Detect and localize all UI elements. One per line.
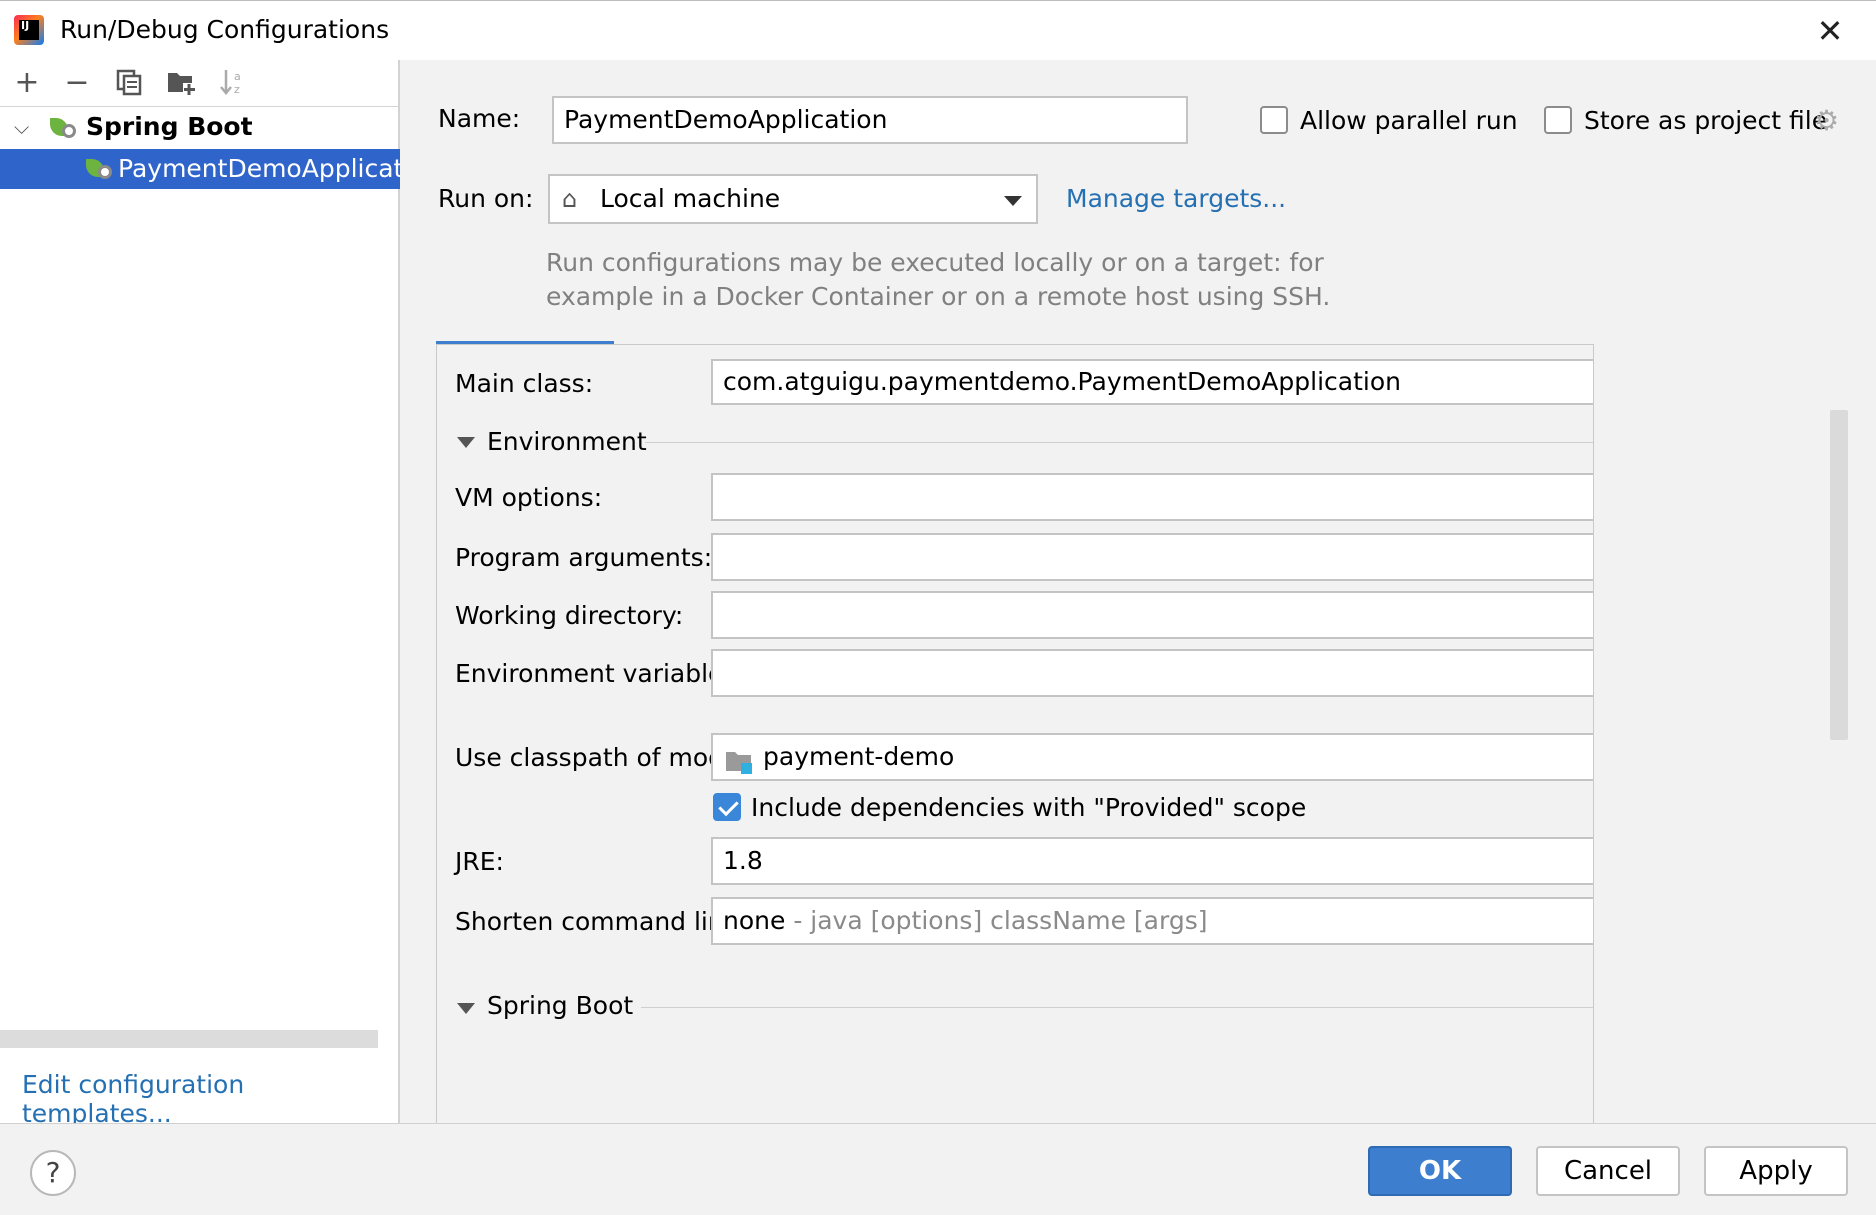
spring-boot-section-title[interactable]: Spring Boot [487, 991, 633, 1020]
vm-options-label: VM options: [455, 483, 603, 512]
module-icon [725, 745, 753, 779]
classpath-value: payment-demo [763, 742, 955, 771]
collapse-triangle-icon[interactable] [457, 437, 475, 448]
edit-templates-link[interactable]: Edit configuration templates... [22, 1070, 398, 1128]
shorten-hint: - java [options] className [args] [785, 906, 1208, 935]
run-on-dropdown[interactable]: ⌂ Local machine [548, 174, 1038, 224]
run-on-hint-line1: Run configurations may be executed local… [546, 248, 1324, 277]
dialog-button-bar: ? OK Cancel Apply [0, 1123, 1876, 1215]
shorten-dropdown[interactable]: none - java [options] className [args] [711, 897, 1593, 945]
section-divider [645, 442, 1593, 443]
jre-label: JRE: [455, 847, 504, 876]
sidebar-toolbar: + − az [0, 60, 400, 106]
run-on-label: Run on: [438, 184, 534, 213]
spring-boot-icon [86, 157, 112, 179]
name-label: Name: [438, 104, 521, 133]
svg-text:a: a [234, 70, 241, 83]
chevron-down-icon [1004, 196, 1022, 206]
name-field[interactable]: PaymentDemoApplication [552, 96, 1188, 144]
allow-parallel-label: Allow parallel run [1300, 106, 1518, 135]
horizontal-scrollbar[interactable] [0, 1030, 378, 1048]
help-button[interactable]: ? [30, 1150, 76, 1196]
include-deps-checkbox[interactable] [713, 793, 741, 821]
tree-group-spring-boot[interactable]: ⌵ Spring Boot [0, 107, 400, 147]
copy-icon[interactable] [114, 68, 144, 98]
main-class-value: com.atguigu.paymentdemo.PaymentDemoAppli… [723, 367, 1401, 396]
intellij-logo-icon: IJ [14, 15, 44, 45]
main-class-field[interactable]: com.atguigu.paymentdemo.PaymentDemoAppli… [711, 359, 1593, 405]
sort-icon[interactable]: az [218, 68, 248, 98]
tree-item-payment-demo[interactable]: PaymentDemoApplication [0, 149, 400, 189]
working-dir-field[interactable]: + [711, 591, 1593, 639]
env-vars-field[interactable] [711, 649, 1593, 697]
close-icon[interactable]: ✕ [1812, 13, 1848, 49]
jre-value: 1.8 [723, 846, 763, 875]
gear-icon[interactable]: ⚙ [1814, 104, 1839, 137]
ok-button[interactable]: OK [1368, 1146, 1512, 1196]
scrollbar-thumb[interactable] [1830, 410, 1848, 740]
shorten-value: none [723, 906, 786, 935]
classpath-dropdown[interactable]: payment-demo [711, 733, 1593, 781]
store-project-checkbox[interactable] [1544, 106, 1572, 134]
title-bar: IJ Run/Debug Configurations ✕ [0, 0, 1876, 60]
run-on-value: Local machine [600, 184, 781, 213]
tree-group-label: Spring Boot [86, 112, 253, 141]
svg-text:z: z [234, 83, 240, 96]
shorten-label: Shorten command line: [455, 907, 748, 936]
env-vars-label: Environment variables: [455, 659, 745, 688]
vm-options-field[interactable]: + ⤢ [711, 473, 1593, 521]
configuration-editor: Name: PaymentDemoApplication Allow paral… [402, 60, 1876, 1123]
spring-boot-icon [50, 116, 76, 138]
cancel-button[interactable]: Cancel [1536, 1146, 1680, 1196]
apply-button[interactable]: Apply [1704, 1146, 1848, 1196]
include-deps-label: Include dependencies with "Provided" sco… [751, 793, 1307, 822]
window-title: Run/Debug Configurations [60, 15, 390, 44]
remove-icon[interactable]: − [62, 68, 92, 98]
vertical-scrollbar[interactable] [1828, 286, 1850, 746]
new-folder-icon[interactable] [166, 68, 196, 98]
configurations-sidebar: + − az ⌵ Spring Boot PaymentDemoApplicat… [0, 60, 400, 1128]
configuration-panel: Main class: com.atguigu.paymentdemo.Paym… [436, 344, 1594, 1123]
run-on-hint-line2: example in a Docker Container or on a re… [546, 282, 1331, 311]
store-project-label: Store as project file [1584, 106, 1828, 135]
chevron-down-icon[interactable]: ⌵ [14, 107, 29, 147]
manage-targets-link[interactable]: Manage targets... [1066, 184, 1286, 213]
program-args-field[interactable]: + ⤢ [711, 533, 1593, 581]
section-divider [641, 1007, 1593, 1008]
tab-strip [436, 322, 1594, 342]
program-args-label: Program arguments: [455, 543, 713, 572]
allow-parallel-checkbox[interactable] [1260, 106, 1288, 134]
main-class-label: Main class: [455, 369, 594, 398]
home-icon: ⌂ [562, 185, 578, 213]
collapse-triangle-icon[interactable] [457, 1003, 475, 1014]
add-icon[interactable]: + [12, 68, 42, 98]
jre-field[interactable]: 1.8 [711, 837, 1593, 885]
working-dir-label: Working directory: [455, 601, 684, 630]
tree-item-label: PaymentDemoApplication [118, 154, 400, 183]
environment-section-title[interactable]: Environment [487, 427, 647, 456]
